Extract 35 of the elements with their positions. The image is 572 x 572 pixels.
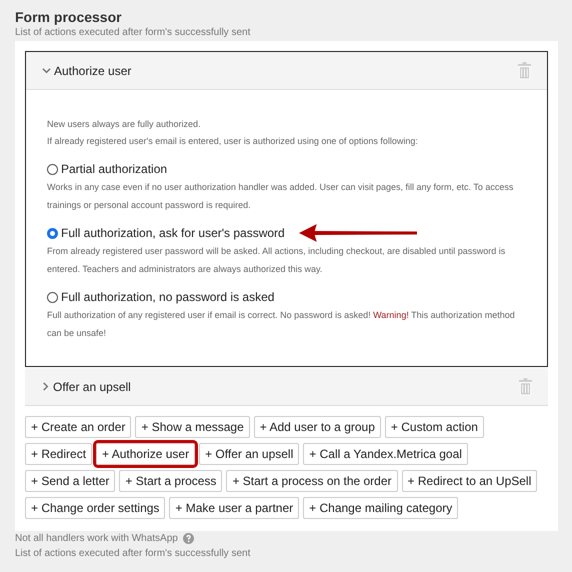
handler-title[interactable]: Authorize user: [54, 64, 132, 78]
add-action-button[interactable]: + Send a letter: [25, 470, 116, 492]
footer-text: List of actions executed after form's successfully sent: [15, 548, 252, 559]
add-action-button[interactable]: + Change order settings: [25, 497, 166, 519]
radio-button[interactable]: [47, 228, 58, 238]
option-description: From already registered user password will be asked. All actions, including checkout, are disabled until password is entered. Teachers and administrators are always authorized this way.: [47, 245, 506, 276]
add-action-button[interactable]: + Start a process on the order: [226, 470, 398, 492]
option-description: Works in any case even if no user authorization handler was added. User can visit pages, fill any form, etc. To access trainings or personal account password is required.: [47, 181, 514, 212]
add-action-button[interactable]: + Offer an upsell: [199, 443, 300, 465]
handler-title[interactable]: Offer an upsell: [53, 380, 131, 394]
chevron-right-icon[interactable]: [41, 382, 50, 391]
add-action-button[interactable]: + Redirect: [25, 443, 92, 465]
intro-text: New users always are fully authorized.: [47, 118, 202, 131]
radio-option[interactable]: Full authorization, no password is asked: [47, 290, 274, 304]
section-title: Form processor: [15, 9, 123, 25]
intro-text: If already registered user's email is entered, user is authorized using one of options following:: [47, 135, 419, 148]
add-action-button[interactable]: + Custom action: [384, 416, 484, 438]
radio-button[interactable]: [47, 164, 58, 174]
add-action-button[interactable]: + Change mailing category: [303, 497, 458, 519]
add-action-button[interactable]: + Call a Yandex.Metrica goal: [303, 443, 468, 465]
add-action-button[interactable]: + Add user to a group: [254, 416, 381, 438]
chevron-down-icon[interactable]: [42, 66, 51, 75]
add-action-button[interactable]: + Authorize user: [96, 443, 196, 465]
radio-option[interactable]: Full authorization, ask for user's password: [47, 226, 285, 240]
add-action-button[interactable]: + Redirect to an UpSell: [402, 470, 538, 492]
radio-option[interactable]: Partial authorization: [47, 162, 168, 176]
note-text: Not all handlers work with WhatsApp: [15, 533, 178, 544]
help-icon[interactable]: [182, 533, 194, 544]
add-action-button[interactable]: + Start a process: [119, 470, 222, 492]
add-action-button[interactable]: + Show a message: [135, 416, 250, 438]
option-description: Full authorization of any registered user if email is correct. No password is asked! Warning! This authorization method can be unsafe!: [47, 309, 516, 340]
add-action-button[interactable]: + Make user a partner: [169, 497, 300, 519]
add-action-button[interactable]: + Create an order: [25, 416, 132, 438]
section-subtitle: List of actions executed after form's successfully sent: [15, 27, 252, 38]
radio-button[interactable]: [47, 292, 58, 302]
